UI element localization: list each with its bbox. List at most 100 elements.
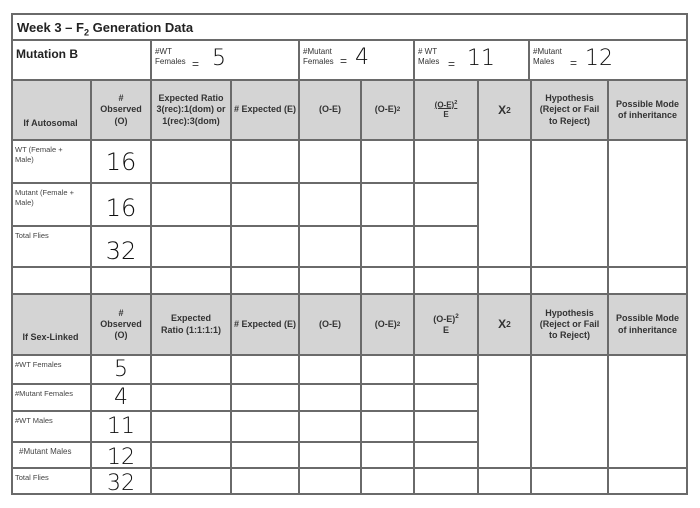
header-o-minus-e: (O-E) xyxy=(319,104,341,115)
superscript: 2 xyxy=(396,320,401,328)
summary-label: #WT xyxy=(155,47,172,56)
title-prefix: Week 3 – F xyxy=(17,20,84,35)
header-expected-ratio: Expected Ratio 3(rec):1(dom) or 1(rec):3… xyxy=(156,93,226,126)
row-label-wt-males: #WT Males xyxy=(15,416,53,425)
summary-label: Females xyxy=(303,56,334,66)
chi-symbol: X xyxy=(498,317,507,331)
summary-label: #Mutant xyxy=(533,47,562,56)
header-o-minus-e-squared: (O-E) 2 xyxy=(362,295,413,354)
mutation-label: Mutation B xyxy=(16,47,78,61)
fraction-denominator: E xyxy=(443,110,449,120)
observed-wt-females[interactable]: 5 xyxy=(92,356,150,383)
grid-line xyxy=(11,266,688,268)
grid-line xyxy=(413,39,415,81)
page-title: Week 3 – F2 Generation Data xyxy=(11,14,686,40)
grid-line xyxy=(11,493,688,495)
grid-line xyxy=(150,79,152,495)
header-chi-component: (O-E)2 E xyxy=(415,295,477,354)
summary-wt-males: # WT Males = 11 xyxy=(415,40,528,80)
grid-line xyxy=(90,79,92,495)
header-if-autosomal: If Autosomal xyxy=(23,117,78,128)
grid-line xyxy=(686,13,688,495)
header-o-minus-e-squared: (O-E) 2 xyxy=(362,81,413,139)
equals-sign: = xyxy=(448,57,456,71)
grid-line xyxy=(230,79,232,495)
observed-wt-males[interactable]: 11 xyxy=(92,412,150,441)
header-chi-square: X2 xyxy=(479,295,530,354)
fraction-denominator: E xyxy=(442,325,449,335)
superscript: 2 xyxy=(455,312,459,320)
title-suffix: Generation Data xyxy=(89,20,194,35)
grid-line xyxy=(11,39,688,41)
grid-line xyxy=(477,79,479,495)
row-label-wt: WT (Female + Male) xyxy=(15,145,63,165)
equals-sign: = xyxy=(340,54,348,68)
grid-line xyxy=(11,79,688,81)
grid-line xyxy=(11,354,688,356)
header-if-sex-linked: If Sex-Linked xyxy=(22,331,79,342)
grid-line xyxy=(11,13,13,495)
header-observed: # Observed (O) xyxy=(100,93,142,126)
f2-data-table: Week 3 – F2 Generation Data Mutation B #… xyxy=(0,0,700,508)
summary-label: # WT xyxy=(418,47,438,56)
superscript: 2 xyxy=(454,99,458,106)
header-expected: # Expected (E) xyxy=(233,318,297,329)
grid-line xyxy=(528,39,530,81)
grid-line xyxy=(360,79,362,495)
grid-line xyxy=(150,39,152,81)
header-hypothesis: Hypothesis (Reject or Fail to Reject) xyxy=(539,307,600,341)
equals-sign: = xyxy=(192,57,200,71)
grid-line xyxy=(298,79,300,495)
fraction-numerator: (O-E) xyxy=(434,100,455,110)
grid-line xyxy=(11,467,688,469)
summary-value[interactable]: 12 xyxy=(585,46,613,71)
header-expected: # Expected (E) xyxy=(233,104,297,115)
grid-line xyxy=(11,182,478,184)
summary-wt-females: #WT Females = 5 xyxy=(152,40,298,80)
header-text: (O-E) xyxy=(374,318,397,329)
grid-line xyxy=(11,441,478,443)
summary-mutant-males: #Mutant Males = 12 xyxy=(530,40,686,80)
header-observed: # Observed (O) xyxy=(100,307,142,341)
grid-line xyxy=(607,79,609,495)
grid-line xyxy=(11,410,478,412)
observed-wt[interactable]: 16 xyxy=(92,141,150,182)
chi-symbol: X xyxy=(498,102,507,117)
equals-sign: = xyxy=(570,56,578,70)
header-text: (O-E) xyxy=(374,104,397,115)
summary-label: Males xyxy=(533,56,555,66)
grid-line xyxy=(413,79,415,495)
summary-value[interactable]: 4 xyxy=(355,45,369,70)
superscript: 2 xyxy=(506,319,511,330)
grid-line xyxy=(11,293,688,295)
grid-line xyxy=(530,79,532,495)
row-label-total: Total Flies xyxy=(15,231,49,240)
observed-mutant-females[interactable]: 4 xyxy=(92,385,150,410)
fraction-numerator: (O-E) xyxy=(433,313,456,324)
superscript: 2 xyxy=(396,106,401,114)
summary-label: #Mutant xyxy=(303,47,332,56)
grid-line xyxy=(11,225,478,227)
grid-line xyxy=(298,39,300,81)
header-mode: Possible Mode of inheritance xyxy=(615,98,679,120)
header-o-minus-e: (O-E) xyxy=(319,318,341,329)
observed-mutant-males[interactable]: 12 xyxy=(92,445,150,470)
header-hypothesis: Hypothesis (Reject or Fail to Reject) xyxy=(539,93,600,126)
row-label-mutant: Mutant (Female + Male) xyxy=(15,188,74,208)
row-label-mutant-females: #Mutant Females xyxy=(15,389,73,398)
header-chi-square: X2 xyxy=(479,81,530,139)
superscript: 2 xyxy=(506,104,511,115)
summary-value[interactable]: 11 xyxy=(467,46,495,71)
header-mode: Possible Mode of inheritance xyxy=(615,313,679,335)
grid-line xyxy=(11,13,688,15)
row-label-mutant-males: #Mutant Males xyxy=(19,447,72,456)
summary-value[interactable]: 5 xyxy=(212,46,226,71)
header-chi-component: (O-E)2 E xyxy=(415,81,477,139)
row-label-wt-females: #WT Females xyxy=(15,360,62,369)
summary-label: Females xyxy=(155,56,186,66)
summary-label: Males xyxy=(418,56,440,66)
grid-line xyxy=(11,383,478,385)
header-expected-ratio: Expected Ratio (1:1:1:1) xyxy=(160,313,221,335)
row-label-total-flies: Total Flies xyxy=(15,473,49,482)
summary-mutant-females: #Mutant Females = 4 xyxy=(300,40,413,80)
